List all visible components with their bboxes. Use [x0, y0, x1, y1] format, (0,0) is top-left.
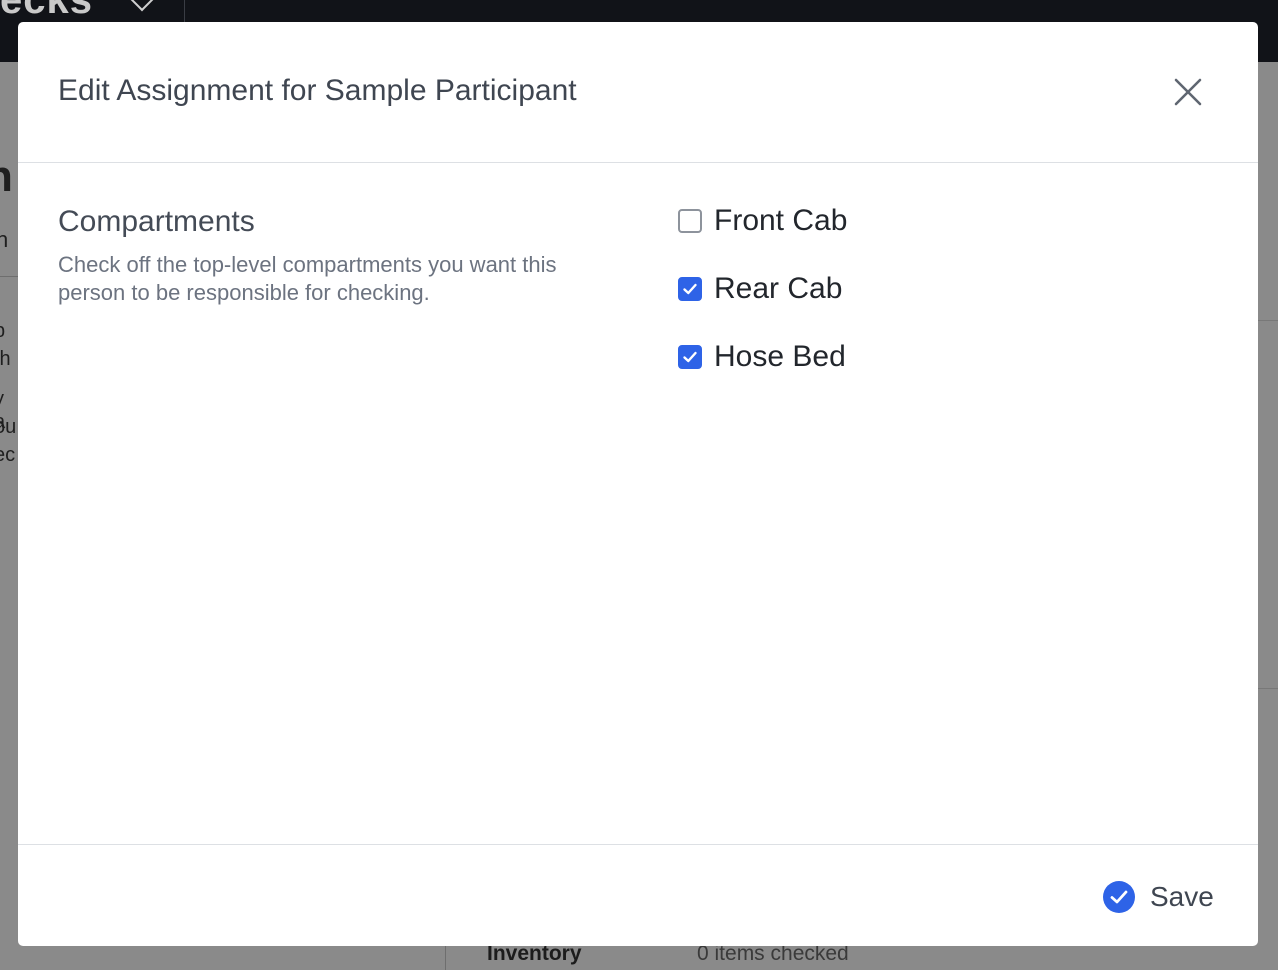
- checkbox-label: Front Cab: [714, 204, 848, 237]
- check-circle-icon: [1103, 881, 1135, 913]
- background-tab-fragment: n: [0, 227, 9, 252]
- checkbox[interactable]: [678, 209, 702, 233]
- background-divider: [0, 276, 18, 277]
- modal-footer: Save: [18, 844, 1258, 946]
- compartment-option-hose-bed[interactable]: Hose Bed: [678, 337, 846, 377]
- background-text-fragment: ec: [0, 444, 16, 466]
- background-brand-dropdown: [112, 0, 185, 22]
- background-row-divider: [1258, 320, 1278, 321]
- checkbox-label: Rear Cab: [714, 272, 843, 305]
- modal-body: Compartments Check off the top-level com…: [18, 163, 1258, 844]
- background-column-divider: [445, 946, 446, 970]
- chevron-down-icon: [130, 0, 154, 12]
- section-title: Compartments: [58, 205, 255, 238]
- compartment-option-front-cab[interactable]: Front Cab: [678, 201, 847, 241]
- edit-assignment-modal: Edit Assignment for Sample Participant C…: [18, 22, 1258, 946]
- save-button[interactable]: Save: [1102, 877, 1214, 917]
- modal-title: Edit Assignment for Sample Participant: [58, 74, 577, 107]
- background-left-content: n n b th y a ou ec: [0, 62, 18, 970]
- background-text-fragment: b: [0, 320, 5, 343]
- background-row-label: Inventory: [487, 946, 582, 965]
- background-table-row: Inventory 0 items checked: [18, 946, 1258, 970]
- background-row-value: 0 items checked: [697, 946, 849, 965]
- background-heading-fragment: n: [0, 152, 13, 202]
- save-button-label: Save: [1150, 881, 1214, 912]
- checkbox[interactable]: [678, 345, 702, 369]
- checkmark-icon: [683, 283, 697, 295]
- background-text-fragment: ou: [0, 416, 17, 438]
- compartment-option-rear-cab[interactable]: Rear Cab: [678, 269, 842, 309]
- checkbox-label: Hose Bed: [714, 340, 846, 373]
- background-text-fragment: th: [0, 348, 11, 370]
- checkbox[interactable]: [678, 277, 702, 301]
- modal-header: Edit Assignment for Sample Participant: [18, 22, 1258, 163]
- background-app-brand: ecks: [0, 0, 93, 22]
- section-help-text: Check off the top-level compartments you…: [58, 252, 557, 305]
- background-right-content: [1258, 62, 1278, 970]
- close-button[interactable]: [1168, 72, 1208, 112]
- background-row-divider: [1258, 688, 1278, 689]
- checkmark-icon: [683, 351, 697, 363]
- close-icon: [1174, 78, 1202, 106]
